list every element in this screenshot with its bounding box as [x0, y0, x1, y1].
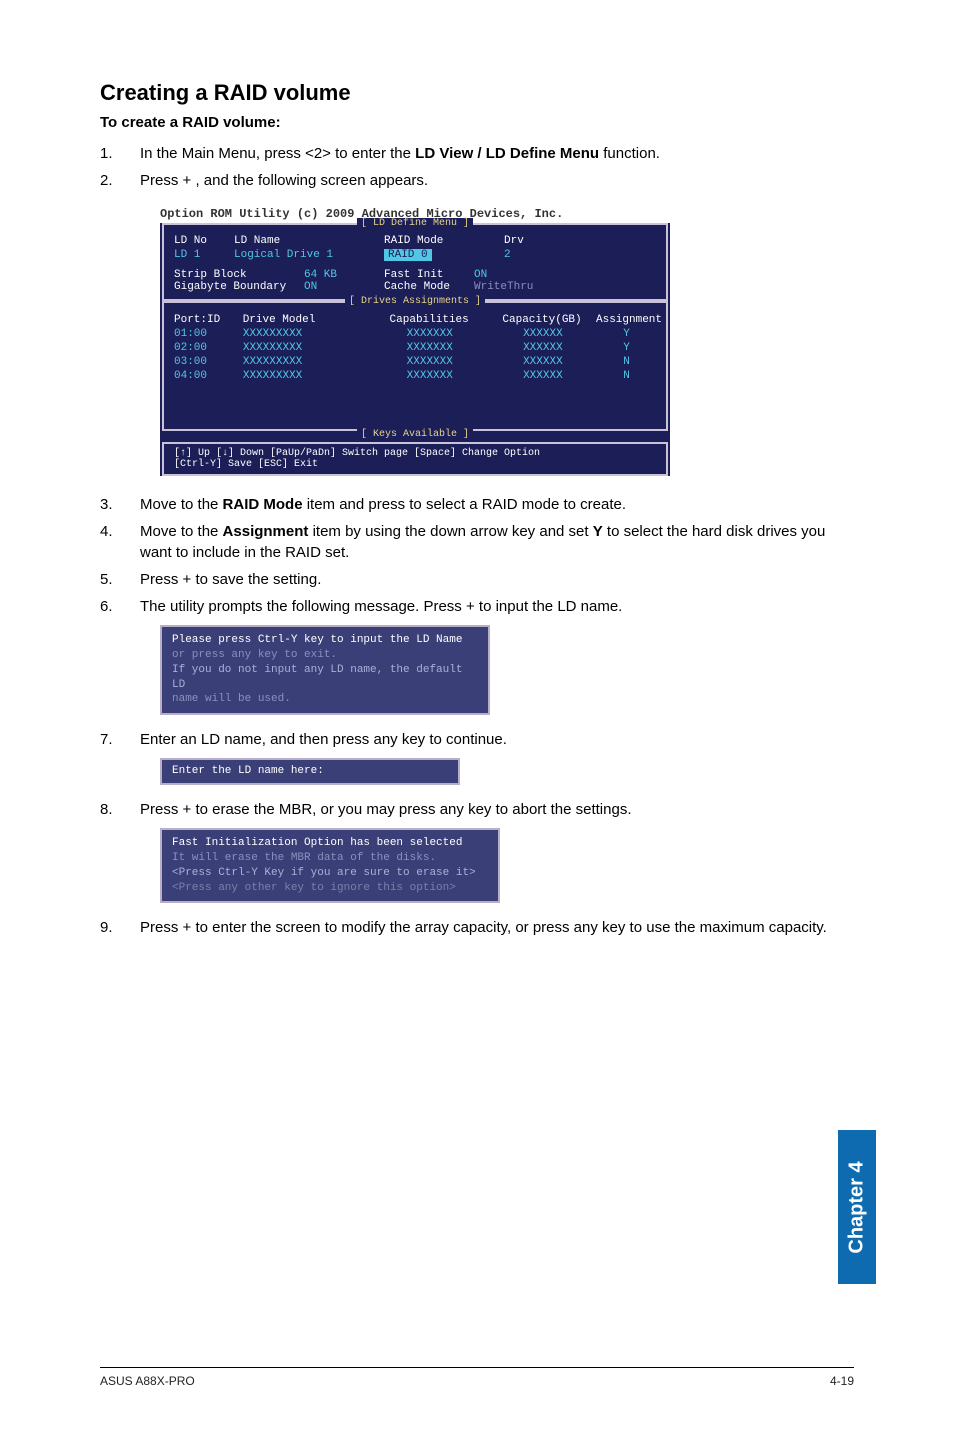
cell-port: 04:00	[174, 369, 243, 383]
dlg-line: <Press any other key to ignore this opti…	[172, 881, 488, 896]
step-text: Press + , and the following screen appea…	[140, 170, 854, 191]
col-port: Port:ID	[174, 313, 243, 327]
dlg-line: If you do not input any LD name, the def…	[172, 663, 478, 693]
col-model: Drive Model	[243, 313, 371, 327]
stripblock-value: 64 KB	[304, 269, 384, 281]
cell-model: XXXXXXXXX	[243, 341, 371, 355]
dlg-line: Enter the LD name here:	[172, 764, 448, 779]
step-number: 7.	[100, 729, 140, 750]
step-9: 9. Press + to enter the screen to modify…	[100, 917, 854, 938]
raidmode-value: RAID 0	[384, 249, 504, 261]
col-capacity: Capacity(GB)	[488, 313, 596, 327]
step-5: 5. Press + to save the setting.	[100, 569, 854, 590]
step-number: 8.	[100, 799, 140, 820]
cell-assignment: N	[597, 355, 656, 369]
cell-port: 02:00	[174, 341, 243, 355]
dlg-line: name will be used.	[172, 692, 478, 707]
cell-assignment: Y	[597, 341, 656, 355]
step-text: The utility prompts the following messag…	[140, 596, 854, 617]
stripblock-label: Strip Block	[174, 269, 304, 281]
step-number: 6.	[100, 596, 140, 617]
step-4: 4. Move to the Assignment item by using …	[100, 521, 854, 563]
cachemode-value: WriteThru	[474, 281, 533, 293]
step-text: Move to the Assignment item by using the…	[140, 521, 854, 563]
subheading: To create a RAID volume:	[100, 114, 854, 131]
cell-capabilities: XXXXXXX	[371, 341, 489, 355]
bios-footer-line2: [Ctrl-Y] Save [ESC] Exit	[174, 459, 656, 470]
ldno-label: LD No	[174, 235, 234, 247]
bios-drive-row: 03:00XXXXXXXXXXXXXXXXXXXXXXN	[174, 355, 656, 369]
dlg-line: or press any key to exit.	[172, 648, 478, 663]
dialog-enter-ld-name: Enter the LD name here:	[160, 758, 460, 785]
step-7: 7. Enter an LD name, and then press any …	[100, 729, 854, 750]
ldno-value: LD 1	[174, 249, 234, 261]
cell-model: XXXXXXXXX	[243, 355, 371, 369]
cell-port: 01:00	[174, 327, 243, 341]
fastinit-value: ON	[474, 269, 487, 281]
cell-capacity: XXXXXX	[489, 355, 597, 369]
cell-model: XXXXXXXXX	[243, 327, 371, 341]
chapter-label: Chapter 4	[846, 1161, 869, 1253]
ldname-label: LD Name	[234, 235, 384, 247]
cell-capacity: XXXXXX	[489, 341, 597, 355]
cell-capabilities: XXXXXXX	[371, 327, 489, 341]
cell-assignment: N	[597, 369, 656, 383]
bios-drive-row: 04:00XXXXXXXXXXXXXXXXXXXXXXN	[174, 369, 656, 383]
cell-model: XXXXXXXXX	[243, 369, 371, 383]
dlg-line: <Press Ctrl-Y Key if you are sure to era…	[172, 866, 488, 881]
footer-page-number: 4-19	[830, 1374, 854, 1388]
step-text: Press + to enter the screen to modify th…	[140, 917, 854, 938]
gigabyte-value: ON	[304, 281, 384, 293]
step-1: 1. In the Main Menu, press <2> to enter …	[100, 143, 854, 164]
step-number: 5.	[100, 569, 140, 590]
dialog-ld-name-prompt: Please press Ctrl-Y key to input the LD …	[160, 625, 490, 715]
cell-port: 03:00	[174, 355, 243, 369]
col-assignment: Assignment	[596, 313, 656, 327]
dlg-line: It will erase the MBR data of the disks.	[172, 851, 488, 866]
step-text: In the Main Menu, press <2> to enter the…	[140, 143, 854, 164]
dlg-line: Fast Initialization Option has been sele…	[172, 836, 488, 851]
cell-capacity: XXXXXX	[489, 369, 597, 383]
step-number: 1.	[100, 143, 140, 164]
col-capabilities: Capabilities	[370, 313, 488, 327]
step-text: Press + to erase the MBR, or you may pre…	[140, 799, 854, 820]
dlg-line: Please press Ctrl-Y key to input the LD …	[172, 633, 478, 648]
step-number: 2.	[100, 170, 140, 191]
drv-label: Drv	[504, 235, 604, 247]
step-number: 4.	[100, 521, 140, 563]
dialog-fast-init: Fast Initialization Option has been sele…	[160, 828, 500, 903]
step-3: 3. Move to the RAID Mode item and press …	[100, 494, 854, 515]
bios-footer-line1: [↑] Up [↓] Down [PaUp/PaDn] Switch page …	[174, 448, 656, 459]
cell-assignment: Y	[597, 327, 656, 341]
footer-model: ASUS A88X-PRO	[100, 1374, 195, 1388]
bios-section-drives: [ Drives Assignments ]	[164, 297, 666, 307]
step-6: 6. The utility prompts the following mes…	[100, 596, 854, 617]
page-title: Creating a RAID volume	[100, 80, 854, 106]
drv-value: 2	[504, 249, 604, 261]
step-number: 9.	[100, 917, 140, 938]
bios-drive-row: 01:00XXXXXXXXXXXXXXXXXXXXXXY	[174, 327, 656, 341]
bios-drive-row: 02:00XXXXXXXXXXXXXXXXXXXXXXY	[174, 341, 656, 355]
raidmode-label: RAID Mode	[384, 235, 504, 247]
step-text: Press + to save the setting.	[140, 569, 854, 590]
step-8: 8. Press + to erase the MBR, or you may …	[100, 799, 854, 820]
gigabyte-label: Gigabyte Boundary	[174, 281, 304, 293]
cachemode-label: Cache Mode	[384, 281, 474, 293]
step-2: 2. Press + , and the following screen ap…	[100, 170, 854, 191]
fastinit-label: Fast Init	[384, 269, 474, 281]
cell-capabilities: XXXXXXX	[371, 369, 489, 383]
step-text: Enter an LD name, and then press any key…	[140, 729, 854, 750]
chapter-tab: Chapter 4	[838, 1130, 876, 1284]
step-number: 3.	[100, 494, 140, 515]
cell-capabilities: XXXXXXX	[371, 355, 489, 369]
cell-capacity: XXXXXX	[489, 327, 597, 341]
ldname-value: Logical Drive 1	[234, 249, 384, 261]
bios-screenshot: Option ROM Utility (c) 2009 Advanced Mic…	[160, 207, 670, 476]
bios-section-keys: [ Keys Available ]	[160, 430, 670, 440]
step-text: Move to the RAID Mode item and press to …	[140, 494, 854, 515]
